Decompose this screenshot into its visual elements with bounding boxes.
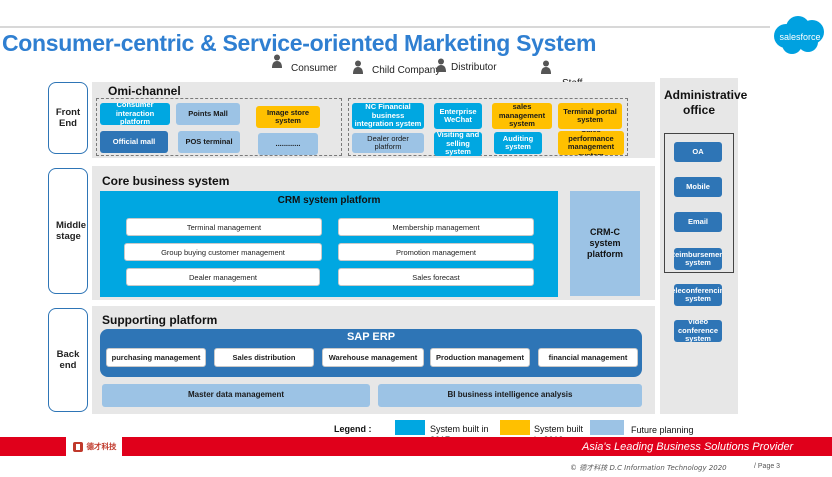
sap-erp-title: SAP ERP: [346, 331, 396, 343]
footer-slogan: Asia's Leading Business Solutions Provid…: [582, 441, 794, 453]
crm-c-label: CRM-C system platform: [587, 227, 623, 259]
sap-warehouse-management: Warehouse management: [322, 348, 424, 367]
admin-mobile: Mobile: [674, 177, 722, 197]
actor-consumer: Consumer: [291, 63, 338, 74]
person-icon: [436, 58, 446, 72]
crm-platform-title: CRM system platform: [277, 195, 381, 206]
person-icon: [272, 54, 282, 68]
footer-logo-text: 德才科技: [86, 442, 117, 451]
admin-oa: OA: [674, 142, 722, 162]
legend-swatch-2019: [500, 420, 530, 435]
legend-text-future: Future planning: [631, 425, 694, 435]
sap-financial-management: financial management: [538, 348, 638, 367]
stage-front-end-label: Front End: [55, 107, 81, 129]
sap-sales-distribution: Sales distribution: [214, 348, 314, 367]
legend-swatch-future: [590, 420, 624, 435]
nc-financial-business-integration-system: NC Financial business integration system: [352, 103, 424, 129]
sap-purchasing-management: purchasing management: [106, 348, 206, 367]
crm-group-buying-management: Group buying customer management: [124, 243, 322, 261]
staff-actor: [541, 60, 551, 79]
official-mall: Official mall: [100, 131, 168, 153]
title-divider: [0, 26, 770, 28]
image-store-system: Image store system: [256, 106, 320, 128]
person-icon: [541, 60, 551, 74]
crm-membership-management: Membership management: [338, 218, 534, 236]
stage-back-end-label: Back end: [56, 349, 80, 371]
footer-copyright: © 德才科技 D.C Information Technology 2020: [570, 464, 727, 472]
crm-dealer-management: Dealer management: [126, 268, 320, 286]
points-mall: Points Mall: [176, 103, 240, 125]
admin-email: Email: [674, 212, 722, 232]
bi-business-intelligence-analysis: BI business intelligence analysis: [378, 384, 642, 407]
more-placeholder: ............: [258, 133, 318, 155]
auditing-system: Auditing system: [494, 132, 542, 154]
enterprise-wechat: Enterprise WeChat: [434, 103, 482, 129]
dealer-order-platform: Dealer order platform: [352, 133, 424, 153]
administrative-office-title: Administrative office: [664, 88, 748, 117]
terminal-portal-system: Terminal portal system: [558, 103, 622, 129]
sales-performance-management-system: Sales performance management system: [558, 131, 624, 155]
stage-middle-label: Middle stage: [56, 220, 87, 242]
crm-promotion-management: Promotion management: [338, 243, 534, 261]
person-icon: [353, 60, 363, 74]
consumer-actor: [272, 54, 282, 73]
actor-distributor: Distributor: [451, 62, 497, 73]
consumer-interaction-platform: Consumer interaction platform: [100, 103, 170, 125]
legend-swatch-2017: [395, 420, 425, 435]
footer-logo: 德才科技: [66, 437, 122, 456]
footer-page-number: / Page 3: [754, 463, 781, 470]
salesforce-logo: salesforce: [774, 16, 824, 54]
admin-video-conference-system: Video conference system: [674, 320, 722, 342]
supporting-platform-title: Supporting platform: [102, 313, 218, 327]
core-business-title: Core business system: [102, 174, 230, 188]
child-company-actor: [353, 60, 363, 79]
master-data-management: Master data management: [102, 384, 370, 407]
admin-reimbursement-system: Reimbursement system: [674, 248, 722, 270]
salesforce-logo-text: salesforce: [779, 32, 820, 42]
distributor-actor: [436, 58, 446, 77]
stage-front-end: Front End: [48, 82, 88, 154]
pos-terminal: POS terminal: [178, 131, 240, 153]
crm-sales-forecast: Sales forecast: [338, 268, 534, 286]
stage-back-end: Back end: [48, 308, 88, 412]
sap-production-management: Production management: [430, 348, 530, 367]
legend-label: Legend :: [334, 424, 372, 434]
stage-middle: Middle stage: [48, 168, 88, 294]
company-emblem-icon: [72, 441, 83, 452]
crm-c-system-platform: CRM-C system platform: [570, 191, 640, 296]
crm-terminal-management: Terminal management: [126, 218, 322, 236]
admin-teleconferencing-system: Teleconferencing system: [674, 284, 722, 306]
omni-channel-title: Omi-channel: [108, 84, 181, 98]
actor-child-company: Child Company: [372, 65, 441, 76]
sales-management-system: sales management system: [492, 103, 552, 129]
visiting-and-selling-system: Visiting and selling system: [434, 132, 482, 156]
page-title: Consumer-centric & Service-oriented Mark…: [2, 30, 597, 56]
